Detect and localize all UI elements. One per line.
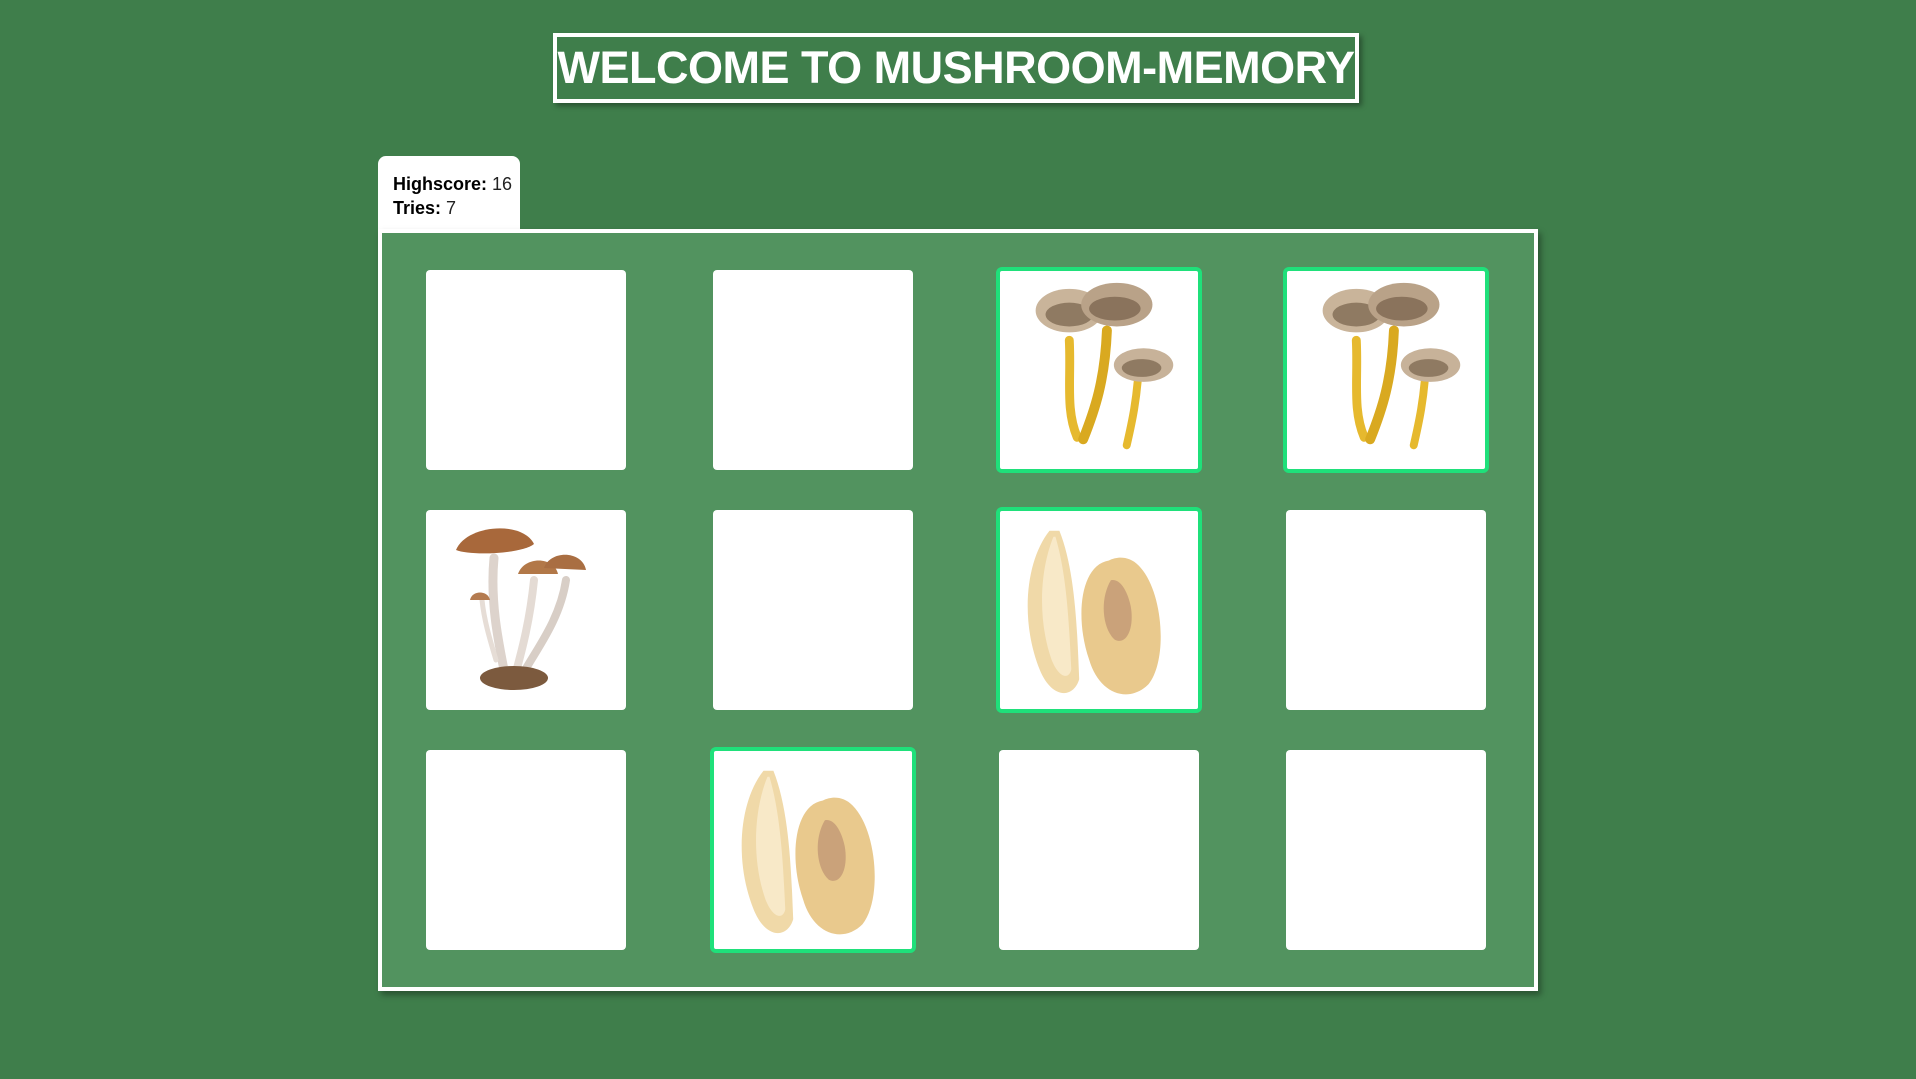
honey-mushroom-icon	[426, 510, 626, 710]
card-board	[378, 229, 1538, 991]
title-banner: WELCOME TO MUSHROOM-MEMORY	[553, 33, 1359, 103]
tries-value: 7	[446, 198, 457, 218]
tries-row: Tries: 7	[393, 196, 520, 220]
memory-card-2-3[interactable]	[996, 507, 1202, 713]
memory-card-1-2[interactable]	[713, 270, 913, 470]
cup-fungus-icon	[714, 751, 912, 949]
memory-card-3-1[interactable]	[426, 750, 626, 950]
cup-fungus-icon	[1000, 511, 1198, 709]
game-page: WELCOME TO MUSHROOM-MEMORY Highscore: 16…	[0, 0, 1916, 1079]
memory-card-1-1[interactable]	[426, 270, 626, 470]
memory-card-2-2[interactable]	[713, 510, 913, 710]
memory-card-2-4[interactable]	[1286, 510, 1486, 710]
chanterelle-icon	[1287, 271, 1485, 469]
chanterelle-icon	[1000, 271, 1198, 469]
memory-card-3-3[interactable]	[999, 750, 1199, 950]
memory-card-3-2[interactable]	[710, 747, 916, 953]
memory-card-1-3[interactable]	[996, 267, 1202, 473]
highscore-row: Highscore: 16	[393, 172, 520, 196]
memory-card-1-4[interactable]	[1283, 267, 1489, 473]
page-title: WELCOME TO MUSHROOM-MEMORY	[557, 42, 1355, 93]
tries-label: Tries:	[393, 198, 442, 218]
memory-card-2-1[interactable]	[426, 510, 626, 710]
score-panel: Highscore: 16 Tries: 7	[378, 156, 520, 232]
highscore-label: Highscore:	[393, 174, 488, 194]
highscore-value: 16	[492, 174, 513, 194]
memory-card-3-4[interactable]	[1286, 750, 1486, 950]
